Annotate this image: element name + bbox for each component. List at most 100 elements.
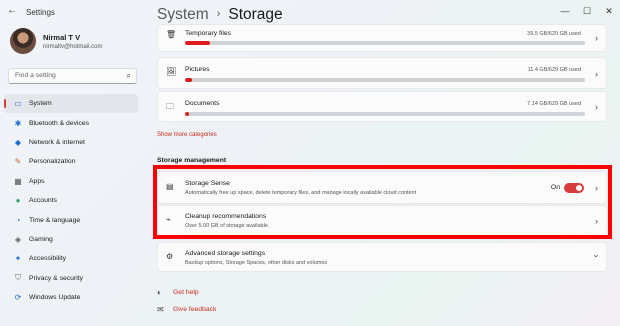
sidebar-item-label: Accounts [29,197,57,205]
chevron-right-icon: › [595,33,598,43]
sidebar-item-label: Bluetooth & devices [29,119,90,127]
sidebar-item-gaming[interactable]: ◈ Gaming [4,230,138,249]
page-title: Storage [228,6,283,23]
usage-bar [185,112,585,116]
sidebar-item-label: Time & language [29,216,81,224]
close-button[interactable]: ✕ [598,0,620,22]
usage-bar [185,78,585,82]
category-size: 11.4 GB/629 GB used [527,67,581,73]
sidebar-item-label: Windows Update [29,294,81,302]
storage-sense-toggle-label: On [550,184,560,191]
sidebar-item-personalization[interactable]: ✎ Personalization [4,152,138,171]
cleanup-subtitle: Over 5.00 GB of storage available. [185,223,270,229]
usage-bar [185,41,585,45]
advanced-subtitle: Backup options, Storage Spaces, other di… [185,260,328,266]
feedback-icon: ✉ [157,305,164,314]
storage-sense-toggle[interactable] [564,183,584,193]
sidebar-item-time-language[interactable]: ◔ Time & language [4,210,138,229]
maximize-button[interactable]: ☐ [576,0,598,22]
back-arrow-icon[interactable]: ← [7,5,17,16]
shield-icon: ⛉ [15,273,21,283]
search-placeholder: Find a setting [15,72,56,79]
chevron-right-icon: › [595,102,598,112]
storage-sense-row[interactable]: ▤ Storage Sense Automatically free up sp… [157,171,607,204]
sidebar-item-label: Privacy & security [29,274,84,282]
advanced-storage-settings-row[interactable]: ⚙ Advanced storage settings Backup optio… [157,242,607,272]
advanced-title: Advanced storage settings [185,250,266,257]
chevron-right-icon: › [595,183,598,193]
usage-bar-fill [185,112,190,116]
sidebar-item-label: Network & internet [29,138,85,146]
title-bar: ← Settings — ☐ ✕ [0,0,620,26]
give-feedback[interactable]: ✉ Give feedback [157,305,216,314]
sidebar-item-network[interactable]: ◆ Network & internet [4,133,138,152]
sidebar-nav: ▭ System ✱ Bluetooth & devices ◆ Network… [4,94,138,307]
app-title: Settings [26,8,55,17]
get-help-link[interactable]: Get help [173,289,199,296]
cleanup-recommendations-row[interactable]: ⌁ Cleanup recommendations Over 5.00 GB o… [157,205,607,236]
cleanup-title: Cleanup recommendations [185,213,267,220]
breadcrumb: System › Storage [157,6,283,24]
category-temporary-files[interactable]: 🗑 Temporary files 39.5 GB/629 GB used › [157,24,607,52]
brush-icon: ✎ [14,157,22,167]
trash-icon: 🗑 [166,30,177,39]
profile-email: nirmaltv@hotmail.com [43,43,103,50]
drive-icon: ▤ [166,182,174,191]
breadcrumb-separator: › [216,8,221,20]
chevron-right-icon: › [595,216,598,226]
settings-window: ← Settings — ☐ ✕ Nirmal T V nirmaltv@hot… [0,0,620,326]
globe-clock-icon: ◔ [15,215,21,225]
help-icon: ◐ [157,288,162,297]
give-feedback-link[interactable]: Give feedback [173,306,216,313]
sidebar-item-accessibility[interactable]: ✦ Accessibility [4,249,138,268]
chevron-right-icon: › [595,69,598,79]
gamepad-icon: ◈ [14,234,22,244]
show-more-categories-link[interactable]: Show more categories [157,132,217,138]
person-icon: ● [15,196,21,206]
breadcrumb-parent[interactable]: System [157,6,209,23]
sidebar-item-system[interactable]: ▭ System [4,94,138,114]
storage-sense-subtitle: Automatically free up space, delete temp… [185,190,417,196]
category-size: 39.5 GB/629 GB used [527,31,581,37]
storage-management-heading: Storage management [157,157,227,164]
category-documents[interactable]: 🗀 Documents 7.14 GB/629 GB used › [157,91,607,122]
sidebar-item-label: Gaming [29,235,53,243]
category-label: Pictures [185,66,210,73]
avatar [10,28,36,54]
get-help[interactable]: ◐ Get help [157,288,199,297]
accessibility-icon: ✦ [14,254,22,264]
category-label: Documents [185,100,220,107]
sidebar-item-privacy[interactable]: ⛉ Privacy & security [4,269,138,288]
update-icon: ⟳ [14,293,22,303]
sidebar-item-windows-update[interactable]: ⟳ Windows Update [4,288,138,307]
picture-icon: 🖼 [166,67,177,76]
usage-bar-fill [185,41,211,45]
search-icon: ⌕ [126,71,131,80]
sidebar-item-accounts[interactable]: ● Accounts [4,191,138,210]
search-input[interactable]: Find a setting ⌕ [8,68,137,84]
broom-icon: ⌁ [166,215,171,224]
apps-icon: ▦ [14,176,22,186]
toggle-knob [576,185,582,191]
sidebar-item-apps[interactable]: ▦ Apps [4,172,138,191]
wifi-icon: ◆ [14,137,22,147]
storage-sense-title: Storage Sense [185,180,230,187]
minimize-button[interactable]: — [554,0,576,22]
category-label: Temporary files [185,30,232,37]
settings-gear-icon: ⚙ [166,252,174,261]
sidebar-item-bluetooth[interactable]: ✱ Bluetooth & devices [4,113,138,132]
monitor-icon: ▭ [14,99,22,109]
usage-bar-fill [185,78,193,82]
folder-icon: 🗀 [166,102,174,111]
category-pictures[interactable]: 🖼 Pictures 11.4 GB/629 GB used › [157,57,607,89]
sidebar-item-label: Apps [29,177,45,185]
chevron-down-icon: › [591,254,602,258]
user-profile[interactable]: Nirmal T V nirmaltv@hotmail.com [10,28,102,54]
bluetooth-icon: ✱ [14,118,22,128]
sidebar-item-label: Accessibility [29,255,67,263]
sidebar-item-label: System [29,100,52,108]
sidebar-item-label: Personalization [29,158,76,166]
profile-name: Nirmal T V [43,32,81,42]
window-controls: — ☐ ✕ [554,0,620,22]
category-size: 7.14 GB/629 GB used [527,101,581,107]
